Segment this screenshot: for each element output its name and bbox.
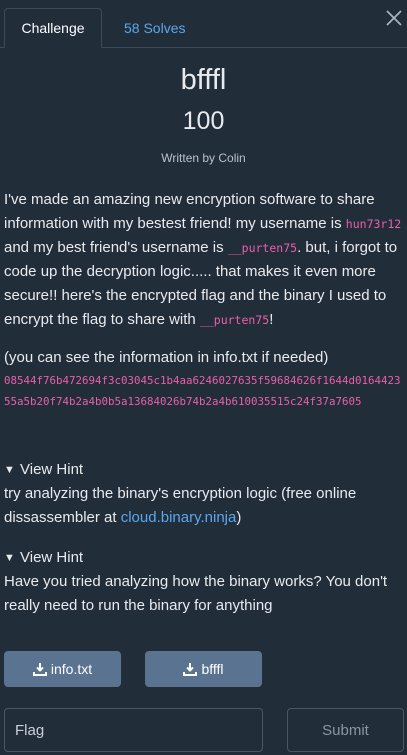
close-icon[interactable] [384, 8, 404, 28]
binary-ninja-link[interactable]: cloud.binary.ninja [121, 509, 237, 526]
flag-input[interactable] [4, 708, 263, 752]
triangle-down-icon: ▼ [4, 552, 15, 564]
username-code: hun73r12 [345, 217, 402, 231]
tab-bar: Challenge 58 Solves [0, 0, 407, 48]
friend-username-code: __purten75 [199, 313, 270, 327]
file-name: info.txt [50, 661, 93, 677]
hint-toggle-label: View Hint [20, 461, 84, 478]
challenge-description: I've made an amazing new encryption soft… [4, 188, 406, 412]
tab-challenge[interactable]: Challenge [4, 8, 102, 48]
hint-toggle[interactable]: ▼ View Hint [4, 458, 406, 482]
challenge-value: 100 [182, 107, 225, 135]
download-icon [32, 663, 47, 676]
triangle-down-icon: ▼ [4, 464, 15, 476]
tab-solves[interactable]: 58 Solves [124, 8, 185, 48]
download-icon [183, 663, 198, 676]
file-name: bfffl [201, 661, 224, 677]
download-bfffl-button[interactable]: bfffl [145, 651, 262, 687]
hint-toggle-label: View Hint [20, 549, 84, 566]
description-paragraph: I've made an amazing new encryption soft… [4, 191, 402, 328]
submit-button[interactable]: Submit [287, 708, 404, 752]
hint-toggle[interactable]: ▼ View Hint [4, 546, 406, 570]
hint-text: Have you tried analyzing how the binary … [4, 573, 388, 614]
hint-2: ▼ View Hint Have you tried analyzing how… [4, 546, 406, 618]
hint-1: ▼ View Hint try analyzing the binary's e… [4, 458, 406, 530]
encrypted-flag-hex: 08544f76b472694f3c03045c1b4aa6246027635f… [4, 374, 401, 408]
challenge-name: bfffl [180, 64, 227, 96]
challenge-author: Written by Colin [161, 151, 246, 165]
info-note: (you can see the information in info.txt… [4, 349, 329, 366]
friend-username-code: __purten75 [227, 241, 298, 255]
download-info-txt-button[interactable]: info.txt [4, 651, 121, 687]
hint-text: try analyzing the binary's encryption lo… [4, 485, 357, 526]
